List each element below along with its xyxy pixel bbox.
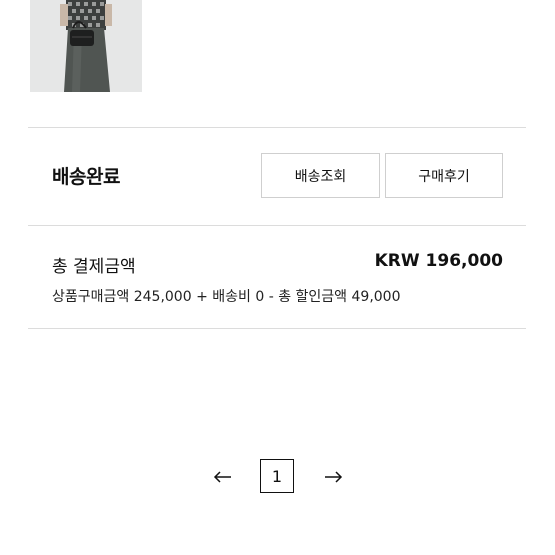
product-image[interactable] (30, 0, 142, 92)
arrow-left-icon[interactable] (212, 466, 234, 488)
pagination: 1 (0, 459, 555, 495)
delivery-status-title: 배송완료 (52, 166, 120, 188)
payment-breakdown: 상품구매금액 245,000 + 배송비 0 - 총 할인금액 49,000 (52, 289, 401, 305)
track-delivery-button[interactable]: 배송조회 (261, 153, 380, 198)
total-payment-label: 총 결제금액 (52, 257, 136, 277)
product-photo-illustration (30, 0, 142, 92)
section-divider (28, 225, 526, 226)
total-payment-amount: KRW 196,000 (374, 251, 503, 271)
order-detail-page: 배송완료 배송조회 구매후기 총 결제금액 KRW 196,000 상품구매금액… (0, 0, 555, 555)
page-number-current[interactable]: 1 (260, 459, 294, 493)
arrow-right-icon[interactable] (322, 466, 344, 488)
section-divider (28, 328, 526, 329)
write-review-button[interactable]: 구매후기 (385, 153, 503, 198)
section-divider (28, 127, 526, 128)
